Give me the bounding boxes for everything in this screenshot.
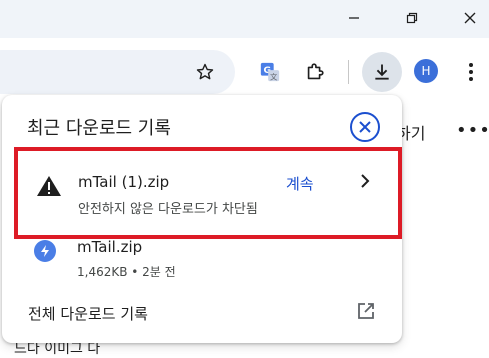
download-item-name: mTail (1).zip bbox=[78, 173, 170, 191]
translate-button[interactable]: G 文 bbox=[258, 60, 282, 84]
browser-menu-button[interactable] bbox=[462, 60, 480, 84]
open-in-new-icon[interactable] bbox=[356, 301, 376, 321]
toolbar-divider bbox=[348, 60, 349, 84]
avatar-letter: H bbox=[421, 64, 431, 78]
star-icon bbox=[196, 63, 214, 80]
panel-close-button[interactable] bbox=[350, 112, 380, 142]
download-icon bbox=[375, 64, 389, 80]
bookmark-star-button[interactable] bbox=[193, 60, 217, 84]
download-item-status: 안전하지 않은 다운로드가 차단됨 bbox=[78, 202, 258, 217]
resume-button[interactable]: 계속 bbox=[286, 173, 314, 194]
download-item-name[interactable]: mTail.zip bbox=[77, 238, 142, 256]
minimize-button[interactable] bbox=[334, 4, 374, 32]
close-icon bbox=[359, 121, 371, 133]
minimize-icon bbox=[349, 17, 359, 19]
restore-icon bbox=[406, 12, 418, 24]
warning-icon bbox=[37, 176, 61, 196]
restore-button[interactable] bbox=[392, 4, 432, 32]
profile-avatar[interactable]: H bbox=[414, 59, 438, 83]
panel-title: 최근 다운로드 기록 bbox=[27, 118, 171, 139]
downloads-panel: 최근 다운로드 기록 mTail (1).zip 안전하지 않은 다운로드가 차… bbox=[2, 95, 402, 343]
chevron-right-icon[interactable] bbox=[358, 173, 372, 189]
svg-text:文: 文 bbox=[270, 72, 278, 81]
full-download-history-link[interactable]: 전체 다운로드 기록 bbox=[28, 303, 148, 324]
close-icon bbox=[464, 12, 476, 24]
close-window-button[interactable] bbox=[450, 4, 489, 32]
more-icon bbox=[469, 63, 473, 81]
translate-icon: G 文 bbox=[260, 62, 280, 81]
zip-file-icon bbox=[34, 240, 56, 262]
download-item-status: 1,462KB • 2분 전 bbox=[77, 265, 176, 279]
extensions-button[interactable] bbox=[303, 60, 327, 84]
download-item-blocked[interactable]: mTail (1).zip 안전하지 않은 다운로드가 차단됨 계속 bbox=[14, 147, 402, 239]
page-more-dots[interactable]: ••• bbox=[456, 120, 489, 141]
extensions-icon bbox=[307, 63, 324, 80]
downloads-button[interactable] bbox=[362, 52, 402, 92]
